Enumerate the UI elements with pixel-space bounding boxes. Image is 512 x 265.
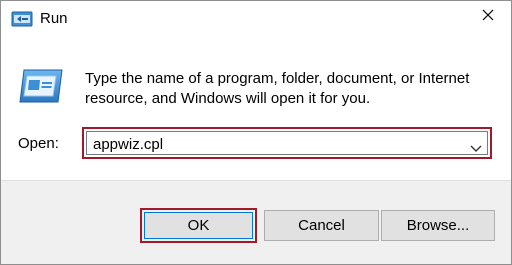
chevron-down-icon[interactable] [469,140,483,152]
open-label: Open: [18,135,59,152]
close-icon [482,8,494,26]
button-bar: OK Cancel Browse... [1,180,511,264]
run-icon [11,9,33,29]
window-title: Run [40,10,68,27]
run-program-icon [18,68,64,106]
open-input-frame: appwiz.cpl [86,131,488,155]
instruction-text: Type the name of a program, folder, docu… [85,70,470,107]
open-combobox[interactable]: appwiz.cpl [82,127,492,159]
dialog-content: Type the name of a program, folder, docu… [1,37,511,180]
cancel-button[interactable]: Cancel [264,210,379,241]
close-button[interactable] [465,1,511,33]
open-input[interactable]: appwiz.cpl [93,136,163,153]
browse-button[interactable]: Browse... [381,210,495,241]
ok-button[interactable]: OK [144,212,253,239]
ok-button-highlight: OK [140,208,257,243]
run-dialog: Run Type the name of a program, folder, … [0,0,512,265]
title-bar: Run [1,1,511,37]
